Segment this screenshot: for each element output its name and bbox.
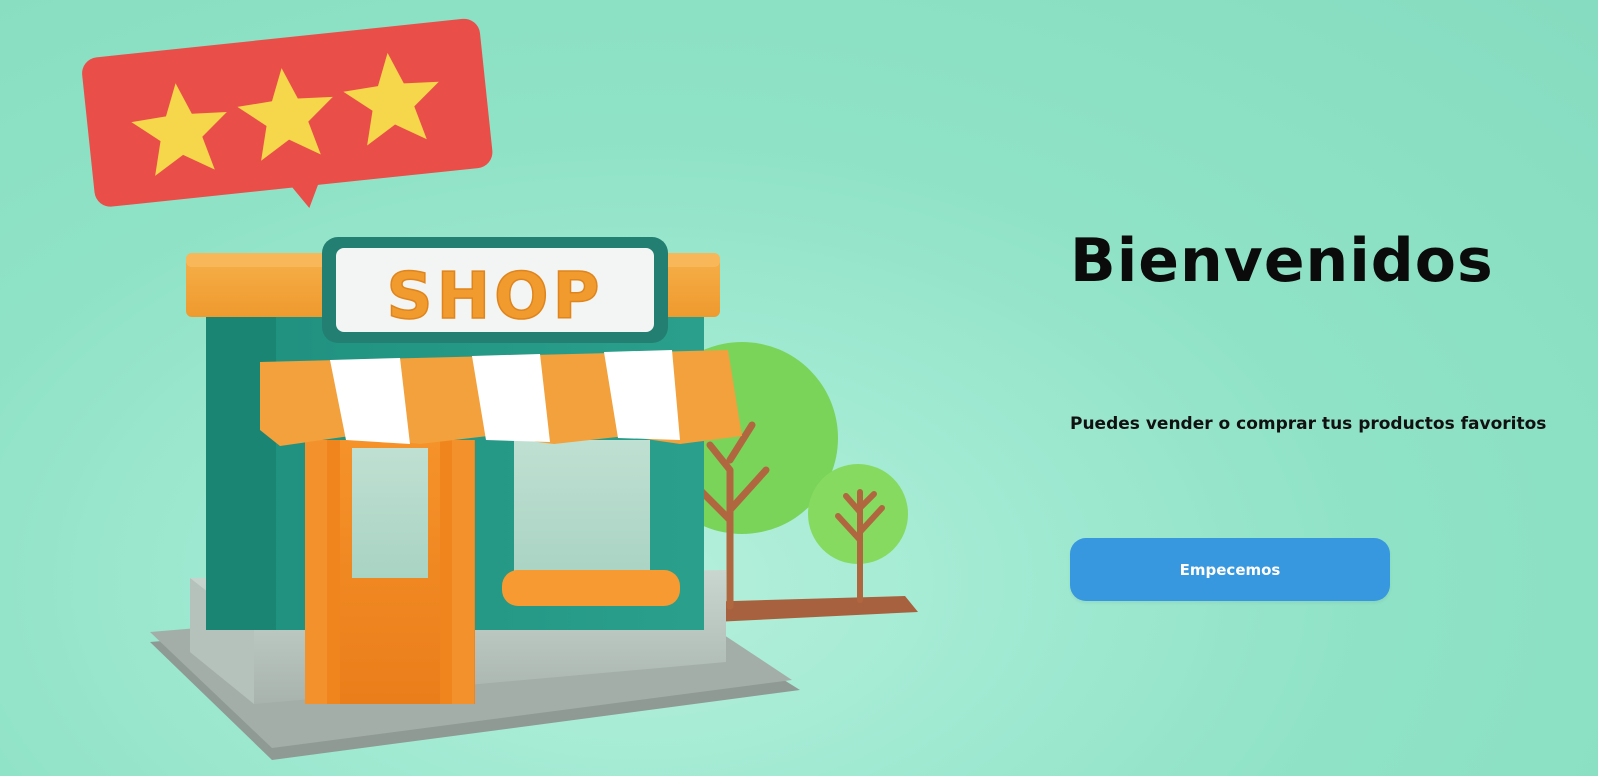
hero-title: Bienvenidos <box>1070 226 1494 296</box>
hero-content: Bienvenidos Puedes vender o comprar tus … <box>1070 0 1590 776</box>
shop-illustration: SHOP <box>82 18 918 760</box>
get-started-button[interactable]: Empecemos <box>1070 538 1390 601</box>
window-ledge <box>502 570 680 606</box>
hero-subtitle: Puedes vender o comprar tus productos fa… <box>1070 414 1547 434</box>
shop-sign-text: SHOP <box>387 260 604 334</box>
hero-section: SHOP Bienvenidos Puedes vender o comprar… <box>0 0 1598 776</box>
shop-awning <box>260 350 742 446</box>
tree-small <box>808 464 908 603</box>
shop-door <box>305 440 475 704</box>
shop-window <box>514 440 650 580</box>
rating-bubble <box>82 18 493 208</box>
shop-sign: SHOP <box>322 237 668 343</box>
